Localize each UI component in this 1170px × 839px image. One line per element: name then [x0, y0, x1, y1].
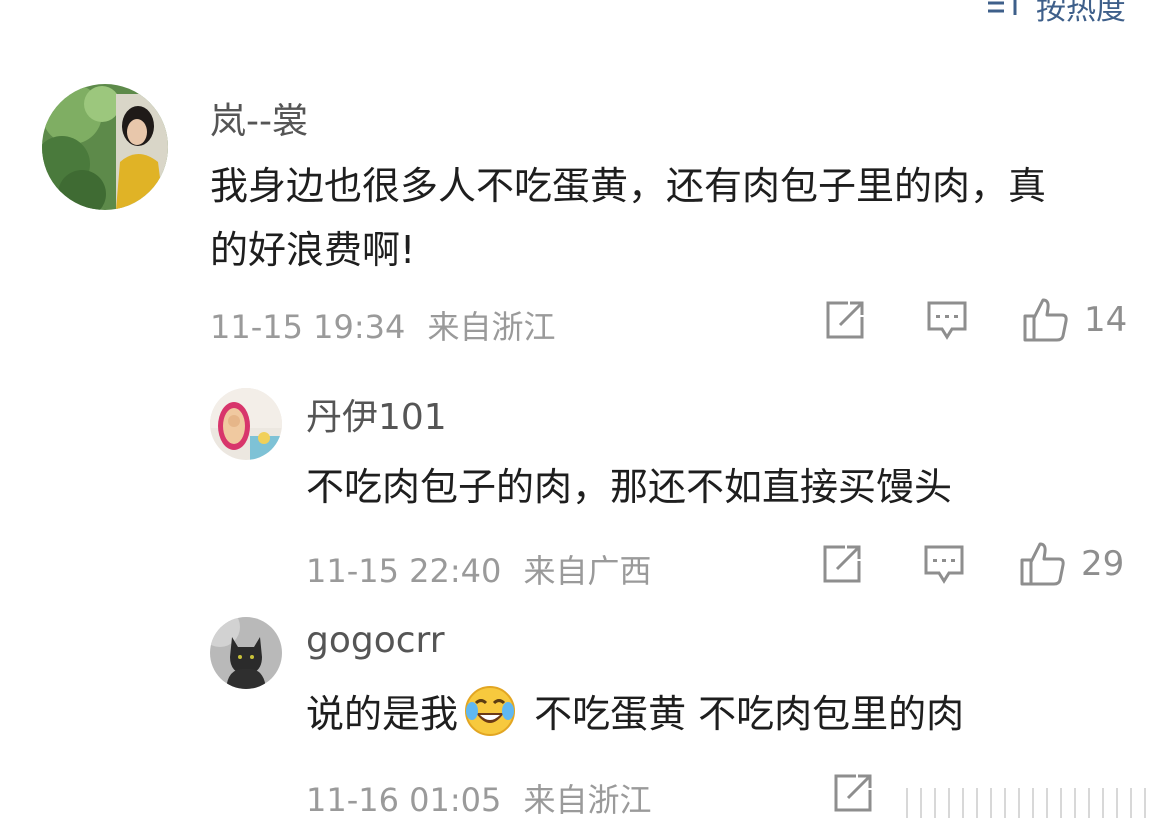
share-button[interactable]	[820, 299, 870, 341]
username[interactable]: 岚--裳	[210, 92, 308, 144]
comment-text: 我身边也很多人不吃蛋黄，还有肉包子里的肉，真的好浪费啊!	[210, 164, 1047, 272]
reply-button[interactable]	[922, 299, 972, 341]
timestamp: 11-15 22:40	[306, 552, 502, 590]
share-icon	[824, 299, 866, 341]
share-icon	[821, 543, 863, 585]
action-bar: 29	[817, 540, 1124, 588]
location: 来自浙江	[427, 308, 556, 346]
comment-icon	[926, 299, 968, 341]
username[interactable]: 丹伊101	[306, 388, 447, 440]
share-button[interactable]	[828, 772, 878, 814]
location: 来自浙江	[523, 781, 652, 819]
like-count: 29	[1081, 544, 1125, 584]
reply-button[interactable]	[919, 543, 969, 585]
avatar[interactable]	[42, 84, 168, 210]
sort-label: 按热度	[1036, 0, 1126, 27]
action-bar: 14	[820, 296, 1127, 344]
comment-text-part: 不吃蛋黄 不吃肉包里的肉	[522, 692, 965, 736]
avatar[interactable]	[210, 617, 282, 689]
comment-text: 说的是我 不吃蛋黄 不吃肉包里的肉	[306, 682, 1106, 746]
obscured-action-area	[900, 788, 1150, 818]
sort-toggle[interactable]: 按热度	[986, 0, 1126, 28]
avatar[interactable]	[210, 388, 282, 460]
comment-meta: 11-16 01:05 来自浙江	[306, 775, 652, 821]
comment-meta: 11-15 22:40 来自广西	[306, 546, 652, 592]
username[interactable]: gogocrr	[306, 620, 445, 661]
share-icon	[832, 772, 874, 814]
thumbs-up-icon	[1019, 540, 1067, 588]
timestamp: 11-16 01:05	[306, 781, 502, 819]
laugh-cry-emoji	[464, 685, 516, 737]
timestamp: 11-15 19:34	[210, 308, 406, 346]
thumbs-up-icon	[1022, 296, 1070, 344]
sort-icon	[986, 0, 1026, 25]
comment-text-part: 说的是我	[306, 692, 459, 736]
share-button[interactable]	[817, 543, 867, 585]
action-bar	[828, 772, 878, 814]
like-button[interactable]: 14	[1022, 296, 1127, 344]
like-button[interactable]: 29	[1019, 540, 1124, 588]
comment-meta: 11-15 19:34 来自浙江	[210, 302, 556, 348]
like-count: 14	[1084, 300, 1128, 340]
location: 来自广西	[523, 552, 652, 590]
comment-text: 不吃肉包子的肉，那还不如直接买馒头	[306, 465, 953, 509]
comment-icon	[923, 543, 965, 585]
